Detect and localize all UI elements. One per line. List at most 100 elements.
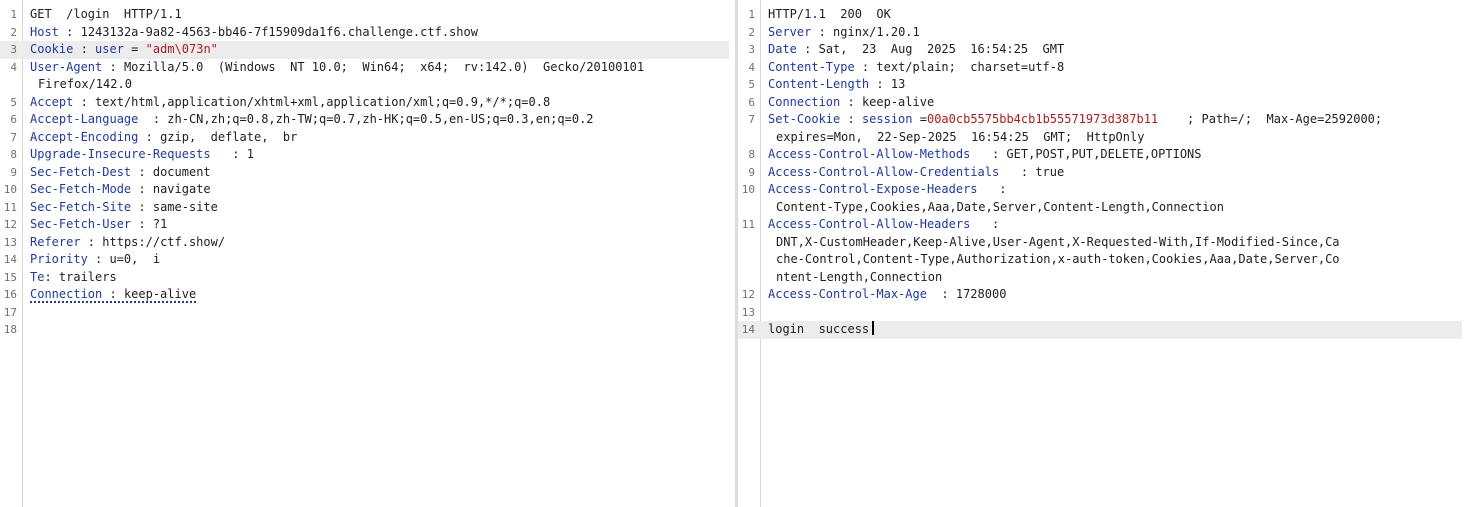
- header-value: keep-alive: [861, 94, 935, 109]
- line-content: Sec-Fetch-User : ?1: [30, 216, 729, 234]
- response-line: 11 Access-Control-Allow-Headers :: [738, 216, 1462, 234]
- request-line: 14 Priority : u=0, i: [0, 251, 729, 269]
- header-value: 13: [890, 77, 906, 91]
- response-editor[interactable]: 1 HTTP/1.1 200 OK 2 Server : nginx/1.20.1 3 D…: [738, 0, 1468, 507]
- header-value: same-site: [152, 199, 218, 214]
- header-value: text/html,application/xhtml+xml,applicat…: [95, 94, 551, 109]
- header-separator: :: [73, 94, 96, 109]
- line-number: 15: [3, 270, 17, 284]
- line-content: Server : nginx/1.20.1: [768, 24, 1462, 42]
- line-number: 12: [741, 288, 755, 301]
- line-number: 6: [748, 95, 755, 109]
- header-separator: :: [854, 59, 877, 74]
- request-line: 3 Cookie : user = "adm\073n": [0, 41, 729, 59]
- header-name: Server: [768, 24, 812, 39]
- header-name: Content-Type: [768, 59, 855, 74]
- header-name: Access-Control-Allow-Headers: [768, 217, 971, 231]
- header-separator: :: [977, 182, 1007, 196]
- line-number: 14: [741, 323, 755, 336]
- line-content: che-Control,Content-Type,Authorization,x…: [776, 251, 1462, 269]
- line-content: GET /login HTTP/1.1: [30, 6, 729, 24]
- request-line: 5 Accept : text/html,application/xhtml+xm…: [0, 94, 729, 112]
- line-number: 13: [741, 305, 755, 319]
- header-value: 1: [246, 147, 254, 161]
- line-content: Firefox/142.0: [38, 76, 729, 94]
- header-value: navigate: [152, 182, 211, 196]
- header-value: GET,POST,PUT,DELETE,OPTIONS: [1006, 147, 1202, 161]
- line-number: 8: [10, 148, 17, 161]
- header-separator: :: [131, 182, 153, 196]
- request-line: 13 Referer : https://ctf.show/: [0, 234, 729, 252]
- line-text: DNT,X-CustomHeader,Keep-Alive,User-Agent…: [776, 234, 1340, 249]
- line-number: 2: [748, 25, 755, 39]
- line-number: 3: [10, 43, 17, 56]
- request-line: 16 Connection : keep-alive: [0, 286, 729, 304]
- line-number: 6: [10, 113, 17, 126]
- line-number: 11: [741, 218, 755, 231]
- header-name: Accept-Encoding: [30, 129, 139, 144]
- line-content: Cookie : user = "adm\073n": [30, 41, 729, 59]
- response-line: 2 Server : nginx/1.20.1: [738, 24, 1462, 42]
- line-number: 4: [10, 60, 17, 74]
- header-value: trailers: [58, 269, 117, 284]
- line-content: login success: [768, 321, 1462, 339]
- line-text: che-Control,Content-Type,Authorization,x…: [776, 252, 1340, 266]
- header-name: Connection: [768, 94, 841, 109]
- line-number: 11: [3, 200, 17, 214]
- line-content: Accept-Encoding : gzip, deflate, br: [30, 129, 729, 147]
- line-number: 10: [3, 183, 17, 196]
- header-name: Connection: [30, 287, 103, 301]
- line-content: expires=Mon, 22-Sep-2025 16:54:25 GMT; H…: [776, 129, 1462, 147]
- header-name: Priority: [30, 252, 88, 266]
- header-name: Sec-Fetch-Site: [30, 199, 132, 214]
- line-content: Connection : keep-alive: [30, 286, 729, 304]
- line-text: GET /login HTTP/1.1: [30, 7, 182, 21]
- header-separator: :: [87, 252, 110, 266]
- response-line: DNT,X-CustomHeader,Keep-Alive,User-Agent…: [738, 234, 1462, 252]
- header-value: 1243132a-9a82-4563-bb46-7f15909da1f6.cha…: [80, 24, 478, 39]
- request-editor[interactable]: 1 GET /login HTTP/1.1 2 Host : 1243132a-9a8…: [0, 0, 735, 507]
- header-value: text/plain; charset=utf-8: [876, 59, 1065, 74]
- line-number: 9: [10, 165, 17, 179]
- response-line: 14 login success: [738, 321, 1462, 339]
- header-separator: :: [131, 199, 153, 214]
- cookie-value: "adm\073n": [145, 42, 218, 56]
- request-line: 8 Upgrade-Insecure-Requests : 1: [0, 146, 729, 164]
- line-number: 7: [10, 130, 17, 144]
- request-line: Firefox/142.0: [0, 76, 729, 94]
- line-text: expires=Mon, 22-Sep-2025 16:54:25 GMT; H…: [776, 129, 1145, 144]
- response-line: 4 Content-Type : text/plain; charset=utf-…: [738, 59, 1462, 77]
- header-name: Sec-Fetch-User: [30, 217, 132, 231]
- header-value: Sat, 23 Aug 2025 16:54:25 GMT: [818, 42, 1065, 56]
- cookie-value: 00a0cb5575bb4cb1b55571973d387b11: [926, 112, 1159, 126]
- text-cursor: [872, 321, 875, 335]
- line-content: Host : 1243132a-9a82-4563-bb46-7f15909da…: [30, 24, 729, 42]
- line-content: Access-Control-Allow-Credentials : true: [768, 164, 1462, 182]
- header-name: Accept-Language: [30, 112, 139, 126]
- header-name: Set-Cookie: [768, 112, 841, 126]
- response-line: 7 Set-Cookie : session =00a0cb5575bb4cb1b…: [738, 111, 1462, 129]
- header-name: Access-Control-Allow-Methods: [768, 147, 971, 161]
- line-content: Sec-Fetch-Dest : document: [30, 164, 729, 182]
- header-name: Upgrade-Insecure-Requests: [30, 147, 211, 161]
- line-content: Accept : text/html,application/xhtml+xml…: [30, 94, 729, 112]
- header-separator: :: [796, 42, 819, 56]
- header-name: Content-Length: [768, 77, 870, 91]
- line-text: Firefox/142.0: [38, 77, 132, 91]
- line-number: 7: [748, 113, 755, 126]
- response-line: 8 Access-Control-Allow-Methods : GET,POST…: [738, 146, 1462, 164]
- header-separator: :: [138, 129, 161, 144]
- request-line: 11 Sec-Fetch-Site : same-site: [0, 199, 729, 217]
- header-separator: :: [210, 147, 247, 161]
- line-content: Content-Type,Cookies,Aaa,Date,Server,Con…: [776, 199, 1462, 217]
- request-lines: 1 GET /login HTTP/1.1 2 Host : 1243132a-9a8…: [0, 6, 729, 339]
- line-content: DNT,X-CustomHeader,Keep-Alive,User-Agent…: [776, 234, 1462, 252]
- response-line: 9 Access-Control-Allow-Credentials : true: [738, 164, 1462, 182]
- response-lines: 1 HTTP/1.1 200 OK 2 Server : nginx/1.20.1 3 D…: [738, 6, 1462, 339]
- line-content: Priority : u=0, i: [30, 251, 729, 269]
- line-number: 3: [748, 43, 755, 56]
- request-line: 15 Te: trailers: [0, 269, 729, 287]
- line-number: 5: [748, 78, 755, 91]
- request-line: 17: [0, 304, 729, 322]
- line-content: Te: trailers: [30, 269, 729, 287]
